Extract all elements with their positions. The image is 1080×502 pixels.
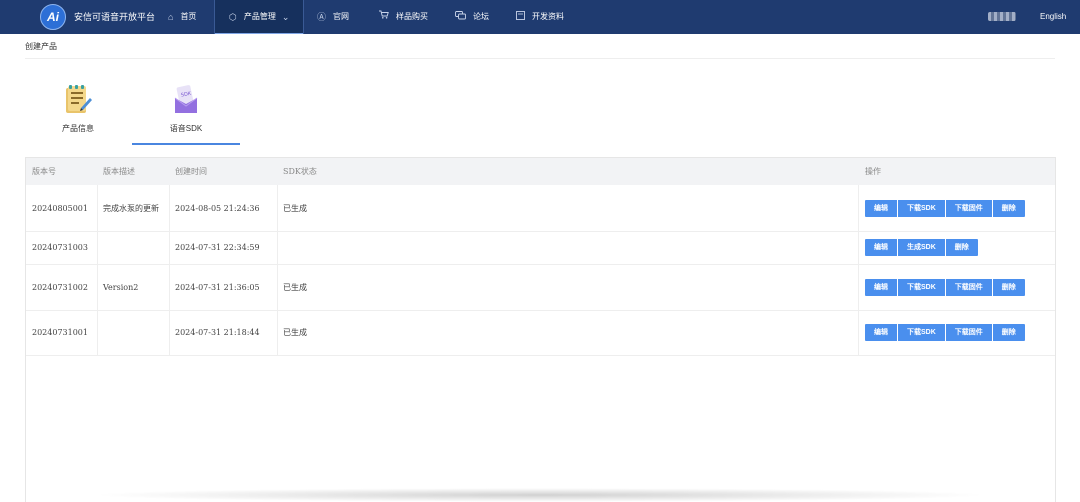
download-firmware-button[interactable]: 下载固件 xyxy=(945,199,993,217)
voice-sdk-icon: SDK xyxy=(174,85,198,113)
cell-version: 20240731003 xyxy=(32,243,88,252)
nav-official-site[interactable]: Ⓐ 官网 xyxy=(317,0,349,34)
cell-version: 20240805001 xyxy=(32,203,88,213)
cell-created-time: 2024-07-31 21:18:44 xyxy=(175,328,260,337)
language-switch[interactable]: English xyxy=(1040,0,1066,34)
table-row: 20240731002 Version2 2024-07-31 21:36:05… xyxy=(26,264,1055,311)
cell-created-time: 2024-07-31 21:36:05 xyxy=(175,282,260,292)
bottom-shadow xyxy=(90,488,990,502)
edit-button[interactable]: 编辑 xyxy=(865,324,898,341)
column-header-actions: 操作 xyxy=(865,167,881,176)
breadcrumb: 创建产品 xyxy=(25,42,57,51)
cell-version: 20240731002 xyxy=(32,282,88,292)
home-icon: ⌂ xyxy=(168,12,174,22)
brand-name[interactable]: 安信可语音开放平台 xyxy=(74,0,155,34)
product-info-icon xyxy=(66,85,92,113)
row-actions: 编辑 下载SDK 下载固件 删除 xyxy=(865,264,1025,310)
chevron-down-icon: ⌄ xyxy=(281,12,290,22)
nav-forum[interactable]: 论坛 xyxy=(455,0,489,34)
table-header: 版本号 版本描述 创建时间 SDK状态 操作 xyxy=(26,158,1055,185)
table-row: 20240731001 2024-07-31 21:18:44 已生成 编辑 下… xyxy=(26,310,1055,356)
download-sdk-button[interactable]: 下载SDK xyxy=(898,199,946,217)
tab-voice-sdk[interactable]: SDK 语音SDK xyxy=(140,84,232,144)
cell-created-time: 2024-08-05 21:24:36 xyxy=(175,203,260,213)
delete-button[interactable]: 删除 xyxy=(992,324,1025,341)
nav-dev-docs-label: 开发资料 xyxy=(532,12,564,21)
download-firmware-button[interactable]: 下载固件 xyxy=(945,324,993,341)
nav-sample-purchase[interactable]: 样品购买 xyxy=(379,0,428,34)
cell-description: 完成水泵的更新 xyxy=(103,203,159,213)
edit-button[interactable]: 编辑 xyxy=(865,278,898,296)
column-header-sdk-status: SDK状态 xyxy=(283,167,317,176)
row-actions: 编辑 生成SDK 删除 xyxy=(865,231,978,264)
column-header-version: 版本号 xyxy=(32,167,56,176)
cell-version: 20240731001 xyxy=(32,328,88,337)
nav-dev-docs[interactable]: 开发资料 xyxy=(516,0,564,34)
edit-button[interactable]: 编辑 xyxy=(865,199,898,217)
download-sdk-button[interactable]: 下载SDK xyxy=(898,278,946,296)
nav-product-management[interactable]: ⬡ 产品管理 ⌄ xyxy=(229,0,289,34)
doc-icon xyxy=(516,0,525,34)
tab-voice-sdk-label: 语音SDK xyxy=(169,124,203,133)
download-firmware-button[interactable]: 下载固件 xyxy=(945,278,993,296)
nav-home-label: 首页 xyxy=(180,12,197,21)
generate-sdk-button[interactable]: 生成SDK xyxy=(898,239,946,256)
nav-forum-label: 论坛 xyxy=(473,12,489,21)
active-tab-indicator xyxy=(132,143,240,145)
cell-sdk-status: 已生成 xyxy=(283,203,307,213)
cube-icon: ⬡ xyxy=(229,12,237,22)
top-navigation-bar: Ai 安信可语音开放平台 ⌂ 首页 ⬡ 产品管理 ⌄ Ⓐ 官网 样品购买 论坛 … xyxy=(0,0,1080,34)
table-row: 20240731003 2024-07-31 22:34:59 编辑 生成SDK… xyxy=(26,231,1055,265)
cell-created-time: 2024-07-31 22:34:59 xyxy=(175,243,260,252)
nav-sample-purchase-label: 样品购买 xyxy=(396,12,428,21)
chat-icon xyxy=(455,0,466,34)
column-header-created-time: 创建时间 xyxy=(175,167,207,176)
tab-product-info[interactable]: 产品信息 xyxy=(32,84,124,144)
nav-official-site-label: 官网 xyxy=(333,12,350,21)
delete-button[interactable]: 删除 xyxy=(945,239,978,256)
cell-description: Version2 xyxy=(103,282,139,292)
breadcrumb-divider xyxy=(25,58,1055,59)
platform-logo[interactable]: Ai xyxy=(40,4,66,30)
nav-product-management-label: 产品管理 xyxy=(243,12,276,21)
delete-button[interactable]: 删除 xyxy=(992,278,1025,296)
nav-home[interactable]: ⌂ 首页 xyxy=(168,0,196,34)
table-row: 20240805001 完成水泵的更新 2024-08-05 21:24:36 … xyxy=(26,185,1055,232)
row-actions: 编辑 下载SDK 下载固件 删除 xyxy=(865,310,1025,355)
cart-icon xyxy=(379,0,389,34)
cell-sdk-status: 已生成 xyxy=(283,282,307,292)
edit-button[interactable]: 编辑 xyxy=(865,239,898,256)
row-actions: 编辑 下载SDK 下载固件 删除 xyxy=(865,185,1025,231)
column-header-description: 版本描述 xyxy=(103,167,135,176)
ai-circle-icon: Ⓐ xyxy=(317,12,327,22)
delete-button[interactable]: 删除 xyxy=(992,199,1025,217)
tab-product-info-label: 产品信息 xyxy=(62,124,94,133)
download-sdk-button[interactable]: 下载SDK xyxy=(898,324,946,341)
sdk-version-table: 版本号 版本描述 创建时间 SDK状态 操作 20240805001 完成水泵的… xyxy=(25,157,1056,502)
user-avatar-blurred[interactable] xyxy=(988,12,1016,21)
cell-sdk-status: 已生成 xyxy=(283,328,307,337)
